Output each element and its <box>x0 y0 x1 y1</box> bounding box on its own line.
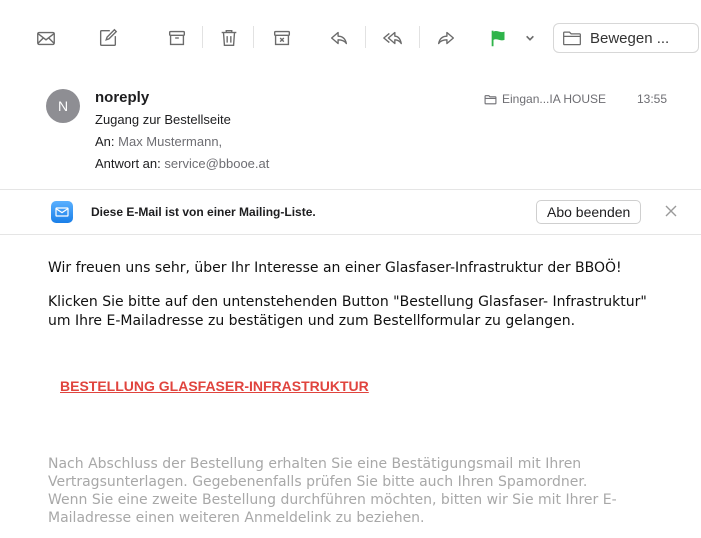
unsubscribe-button[interactable]: Abo beenden <box>536 200 642 224</box>
archive-icon[interactable] <box>165 26 189 50</box>
reply-to-label: Antwort an: <box>95 156 161 171</box>
avatar: N <box>46 89 80 123</box>
toolbar-separator <box>419 26 420 48</box>
divider <box>0 189 701 190</box>
body-paragraph: Klicken Sie bitte auf den untenstehenden… <box>48 294 647 310</box>
mail-app-icon <box>51 201 73 223</box>
sender-name[interactable]: noreply <box>95 89 149 106</box>
chevron-down-icon[interactable] <box>520 26 540 50</box>
reply-to-address[interactable]: service@bbooe.at <box>164 156 269 171</box>
faded-line: Vertragsunterlagen. Gegebenenfalls prüfe… <box>48 474 588 490</box>
to-label: An: <box>95 134 115 149</box>
reply-to-row: Antwort an: service@bbooe.at <box>95 156 269 171</box>
toolbar-separator <box>253 26 254 48</box>
move-button[interactable]: Bewegen ... <box>553 23 699 53</box>
toolbar-separator <box>202 26 203 48</box>
faded-line: Wenn Sie eine zweite Bestellung durchfüh… <box>48 492 617 508</box>
mailbox-indicator[interactable]: Eingan...IA HOUSE <box>484 92 606 106</box>
timestamp: 13:55 <box>637 92 668 106</box>
order-link[interactable]: BESTELLUNG GLASFASER-INFRASTRUKTUR <box>60 378 369 394</box>
trash-icon[interactable] <box>217 26 241 50</box>
folder-icon <box>563 31 581 46</box>
toolbar: Bewegen ... <box>0 0 701 76</box>
to-row: An: Max Mustermann, <box>95 134 222 149</box>
faded-paragraph: Nach Abschluss der Bestellung erhalten S… <box>48 455 648 527</box>
junk-icon[interactable] <box>270 26 294 50</box>
reply-all-icon[interactable] <box>381 26 405 50</box>
to-recipient[interactable]: Max Mustermann, <box>118 134 222 149</box>
forward-icon[interactable] <box>434 26 458 50</box>
divider <box>0 234 701 235</box>
body-paragraph: Wir freuen uns sehr, über Ihr Interesse … <box>48 260 622 276</box>
folder-icon <box>484 94 497 104</box>
faded-line: Nach Abschluss der Bestellung erhalten S… <box>48 456 582 472</box>
compose-icon[interactable] <box>96 26 120 50</box>
move-label: Bewegen ... <box>590 29 670 47</box>
toolbar-separator <box>365 26 366 48</box>
close-icon[interactable] <box>662 202 680 220</box>
mailbox-label: Eingan...IA HOUSE <box>502 92 607 106</box>
mailing-list-notice: Diese E-Mail ist von einer Mailing-Liste… <box>91 205 316 219</box>
body-paragraph: um Ihre E-Mailadresse zu bestätigen und … <box>48 313 576 329</box>
subject: Zugang zur Bestellseite <box>95 112 231 127</box>
envelope-icon[interactable] <box>34 26 58 50</box>
faded-line: Mailadresse einen weiteren Anmeldelink z… <box>48 510 425 526</box>
flag-icon[interactable] <box>487 26 511 50</box>
reply-icon[interactable] <box>327 26 351 50</box>
